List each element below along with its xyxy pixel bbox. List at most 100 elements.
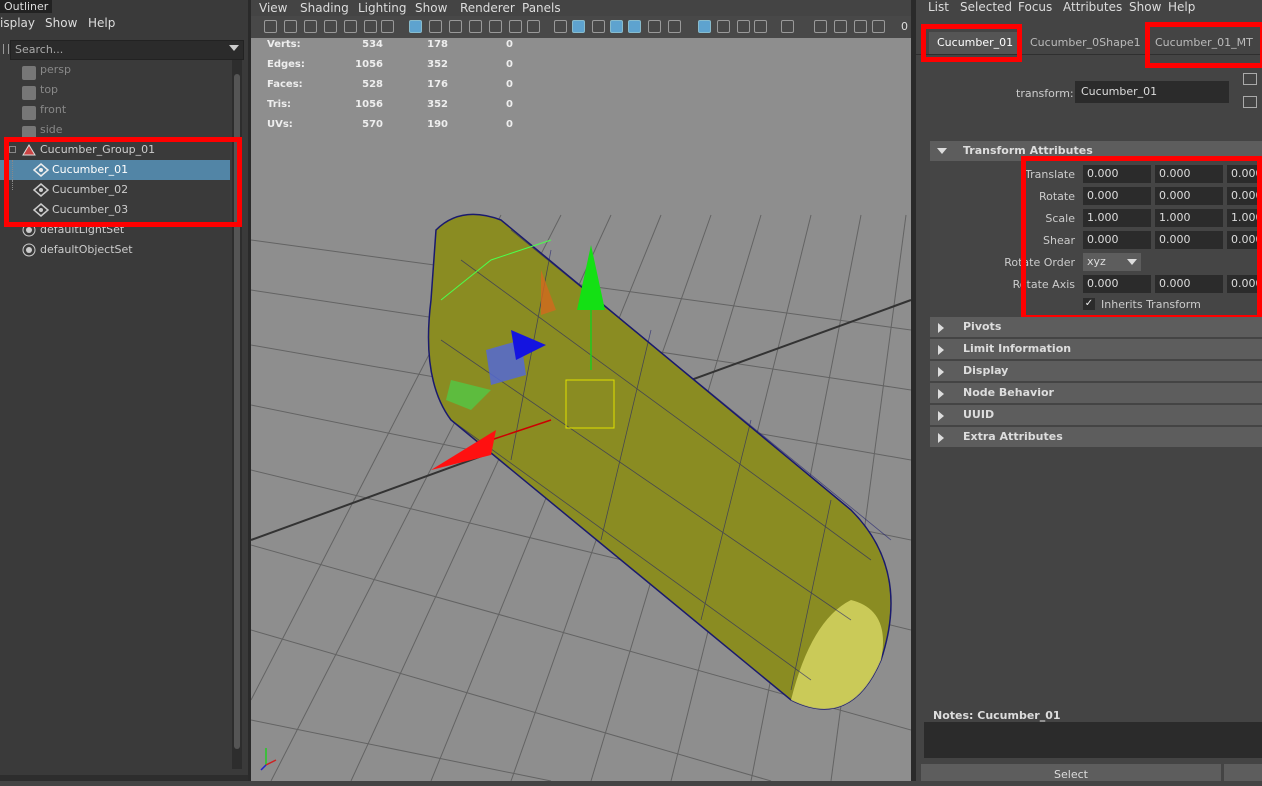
xray-icon[interactable] — [717, 20, 730, 33]
outliner-item-front[interactable]: front — [0, 100, 230, 120]
outliner-item-top[interactable]: top — [0, 80, 230, 100]
hud-value: 0 — [506, 79, 513, 90]
expand-icon[interactable] — [937, 148, 947, 154]
section-pivots[interactable]: Pivots — [930, 317, 1262, 337]
pencil-icon[interactable] — [344, 20, 357, 33]
tab-cucumber-shape[interactable]: Cucumber_0Shape1 — [1022, 32, 1149, 54]
menu-show[interactable]: Show — [1129, 0, 1161, 14]
film-gate-icon[interactable] — [429, 20, 442, 33]
expand-icon[interactable] — [938, 345, 944, 355]
attribute-editor-panel: List Selected Focus Attributes Show Help… — [916, 0, 1262, 781]
bookmark-flag-icon[interactable] — [381, 20, 394, 33]
smooth-shade-icon[interactable] — [572, 20, 585, 33]
menu-attributes[interactable]: Attributes — [1063, 0, 1122, 14]
hud-value: 570 — [362, 119, 383, 130]
search-input[interactable]: Search... — [10, 40, 244, 60]
field-chart-icon[interactable] — [489, 20, 502, 33]
camera-attributes-icon[interactable] — [284, 20, 297, 33]
grease-pencil-icon[interactable] — [364, 20, 377, 33]
camera-icon — [22, 106, 36, 120]
hud-value: 1056 — [355, 59, 383, 70]
viewport-panel[interactable]: View Shading Lighting Show Renderer Pane… — [251, 0, 911, 781]
transform-name-field[interactable]: Cucumber_01 — [1075, 81, 1229, 103]
load-attributes-button[interactable] — [1224, 764, 1262, 781]
gate-mask-icon[interactable] — [469, 20, 482, 33]
hud-value: 352 — [427, 99, 448, 110]
outliner-panel: Outliner isplay Show Help Search... pers… — [0, 0, 248, 781]
section-uuid[interactable]: UUID — [930, 405, 1262, 425]
resolution-gate-icon[interactable] — [449, 20, 462, 33]
menu-help[interactable]: Help — [1168, 0, 1195, 14]
focus-input-icon[interactable] — [1243, 73, 1257, 85]
expand-icon[interactable] — [938, 389, 944, 399]
outliner-item-label: front — [40, 103, 67, 116]
set-icon — [22, 243, 36, 257]
hud-value: 178 — [427, 39, 448, 50]
viewport-scene[interactable] — [251, 0, 911, 781]
menu-selected[interactable]: Selected — [960, 0, 1012, 14]
grid-icon[interactable] — [409, 20, 422, 33]
outliner-item-persp[interactable]: persp — [0, 60, 230, 80]
camera-select-icon[interactable] — [264, 20, 277, 33]
motion-blur-icon[interactable] — [872, 20, 885, 33]
menu-panels[interactable]: Panels — [522, 1, 561, 15]
bookmark-icon[interactable] — [304, 20, 317, 33]
search-placeholder: Search... — [15, 43, 64, 56]
menu-shading[interactable]: Shading — [300, 1, 349, 15]
hud-value: 534 — [362, 39, 383, 50]
notes-label: Notes: Cucumber_01 — [933, 709, 1061, 722]
expand-icon[interactable] — [938, 367, 944, 377]
four-panel-icon[interactable] — [834, 20, 847, 33]
chevron-down-icon[interactable] — [229, 45, 239, 51]
ambient-occlusion-icon[interactable] — [854, 20, 867, 33]
menu-list[interactable]: List — [928, 0, 949, 14]
camera-icon — [22, 86, 36, 100]
hud-value: 528 — [362, 79, 383, 90]
isolate-select-icon[interactable] — [698, 20, 711, 33]
two-panel-icon[interactable] — [814, 20, 827, 33]
xray-joints-icon[interactable] — [737, 20, 750, 33]
section-display[interactable]: Display — [930, 361, 1262, 381]
outliner-menu-show[interactable]: Show — [45, 16, 77, 30]
menu-lighting[interactable]: Lighting — [358, 1, 407, 15]
default-material-icon[interactable] — [592, 20, 605, 33]
textured-icon[interactable] — [628, 20, 641, 33]
outliner-hscrollbar[interactable] — [0, 775, 248, 781]
menu-renderer[interactable]: Renderer — [460, 1, 515, 15]
backface-icon[interactable] — [754, 20, 767, 33]
shadows-icon[interactable] — [668, 20, 681, 33]
menu-focus[interactable]: Focus — [1018, 0, 1052, 14]
section-limit-information[interactable]: Limit Information — [930, 339, 1262, 359]
focus-output-icon[interactable] — [1243, 96, 1257, 108]
safe-title-icon[interactable] — [527, 20, 540, 33]
image-plane-icon[interactable] — [324, 20, 337, 33]
select-camera-icon[interactable] — [781, 20, 794, 33]
toolbar-value[interactable]: 0 — [901, 20, 908, 33]
wireframe-icon[interactable] — [554, 20, 567, 33]
camera-icon — [22, 66, 36, 80]
menu-view[interactable]: View — [259, 1, 287, 15]
section-title: Node Behavior — [963, 386, 1054, 399]
menu-show[interactable]: Show — [415, 1, 447, 15]
section-extra-attributes[interactable]: Extra Attributes — [930, 427, 1262, 447]
outliner-menu-display[interactable]: isplay — [0, 16, 35, 30]
lights-icon[interactable] — [648, 20, 661, 33]
viewport-toolbar: 0 — [251, 16, 911, 38]
notes-field[interactable] — [924, 722, 1262, 758]
safe-action-icon[interactable] — [509, 20, 522, 33]
expand-icon[interactable] — [938, 433, 944, 443]
highlight-box-material-tab — [1145, 22, 1262, 68]
hud-value: 352 — [427, 59, 448, 70]
section-title: Display — [963, 364, 1009, 377]
section-title: Pivots — [963, 320, 1002, 333]
hud-uvs-label: UVs: — [267, 119, 293, 130]
hud-value: 1056 — [355, 99, 383, 110]
wireframe-on-shaded-icon[interactable] — [610, 20, 623, 33]
expand-icon[interactable] — [938, 411, 944, 421]
hud-edges-label: Edges: — [267, 59, 305, 70]
outliner-menu-help[interactable]: Help — [88, 16, 115, 30]
outliner-item-default-object-set[interactable]: defaultObjectSet — [0, 240, 230, 260]
section-node-behavior[interactable]: Node Behavior — [930, 383, 1262, 403]
select-button[interactable]: Select — [921, 764, 1221, 781]
expand-icon[interactable] — [938, 323, 944, 333]
